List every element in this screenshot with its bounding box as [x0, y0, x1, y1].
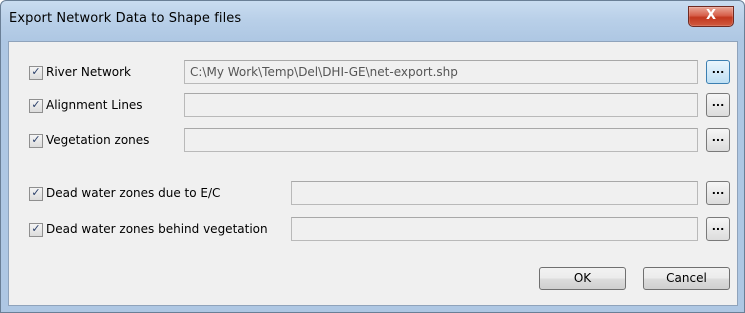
- check-icon: ✓: [31, 65, 41, 78]
- vegetation-zones-label: Vegetation zones: [46, 133, 150, 147]
- river-network-browse-button[interactable]: ...: [706, 60, 730, 84]
- dead-water-vegetation-path-field[interactable]: [291, 217, 698, 241]
- vegetation-zones-path-field[interactable]: [184, 128, 698, 152]
- close-icon: X: [705, 8, 717, 23]
- vegetation-zones-checkbox[interactable]: ✓: [29, 133, 43, 148]
- dead-water-ec-path-field[interactable]: [291, 181, 698, 205]
- cancel-button[interactable]: Cancel: [643, 267, 730, 290]
- check-icon: ✓: [31, 98, 41, 111]
- check-icon: ✓: [31, 186, 41, 199]
- alignment-lines-checkbox[interactable]: ✓: [29, 98, 43, 113]
- dead-water-vegetation-checkbox[interactable]: ✓: [29, 222, 43, 237]
- vegetation-zones-browse-button[interactable]: ...: [706, 128, 730, 152]
- river-network-label: River Network: [46, 65, 132, 79]
- alignment-lines-path-field[interactable]: [184, 93, 698, 117]
- check-icon: ✓: [31, 133, 41, 146]
- dead-water-ec-label: Dead water zones due to E/C: [46, 186, 221, 200]
- river-network-path-field[interactable]: C:\My Work\Temp\Del\DHI-GE\net-export.sh…: [184, 60, 698, 84]
- vegetation-zones-row: ✓ Vegetation zones ...: [9, 128, 737, 152]
- close-button[interactable]: X: [688, 6, 734, 27]
- dead-water-vegetation-row: ✓ Dead water zones behind vegetation ...: [9, 217, 737, 241]
- check-icon: ✓: [31, 222, 41, 235]
- window-title: Export Network Data to Shape files: [9, 11, 242, 26]
- river-network-row: ✓ River Network C:\My Work\Temp\Del\DHI-…: [9, 60, 737, 84]
- dead-water-ec-browse-button[interactable]: ...: [706, 181, 730, 205]
- alignment-lines-row: ✓ Alignment Lines ...: [9, 93, 737, 117]
- dialog-client-area: ✓ River Network C:\My Work\Temp\Del\DHI-…: [8, 41, 738, 306]
- alignment-lines-label: Alignment Lines: [46, 98, 143, 112]
- ok-button[interactable]: OK: [539, 267, 626, 290]
- dead-water-ec-checkbox[interactable]: ✓: [29, 186, 43, 201]
- alignment-lines-browse-button[interactable]: ...: [706, 93, 730, 117]
- export-dialog-window: Export Network Data to Shape files X ✓ R…: [0, 0, 745, 313]
- dead-water-ec-row: ✓ Dead water zones due to E/C ...: [9, 181, 737, 205]
- dead-water-vegetation-browse-button[interactable]: ...: [706, 217, 730, 241]
- dead-water-vegetation-label: Dead water zones behind vegetation: [46, 222, 268, 236]
- title-bar[interactable]: Export Network Data to Shape files X: [1, 1, 744, 41]
- river-network-checkbox[interactable]: ✓: [29, 65, 43, 80]
